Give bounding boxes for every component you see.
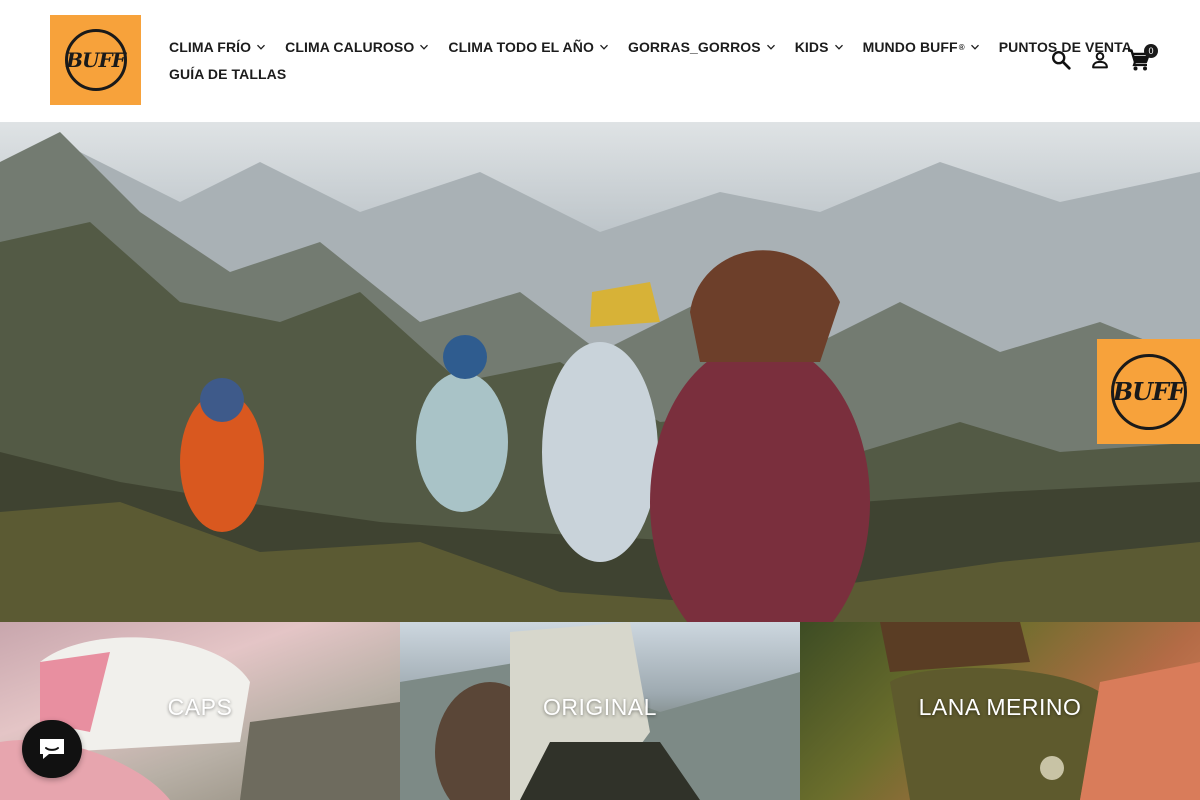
category-label: CAPS	[167, 694, 233, 720]
logo-ring: BUFF	[64, 29, 127, 91]
buff-badge[interactable]: BUFF	[1097, 339, 1200, 444]
site-header: BUFF CLIMA FRÍO CLIMA CALUROSO CLIMA TOD…	[0, 0, 1200, 122]
nav-item-kids[interactable]: KIDS	[795, 39, 844, 55]
chevron-down-icon	[419, 42, 429, 52]
search-icon[interactable]	[1048, 46, 1074, 74]
nav-item-label: KIDS	[794, 39, 829, 55]
nav-item-gorras-gorros[interactable]: GORRAS_GORROS	[628, 39, 776, 55]
nav-item-label: CLIMA TODO EL AÑO	[448, 39, 594, 55]
category-original[interactable]: ORIGINAL	[400, 622, 800, 800]
chevron-down-icon	[256, 42, 266, 52]
nav-row-2: GUÍA DE TALLAS	[169, 63, 1089, 85]
category-lana-merino[interactable]: LANA MERINO	[800, 622, 1200, 800]
registered-mark: ®	[958, 42, 965, 52]
nav-item-clima-frio[interactable]: CLIMA FRÍO	[169, 39, 266, 55]
nav-item-clima-caluroso[interactable]: CLIMA CALUROSO	[285, 39, 429, 55]
hero-banner[interactable]: BUFF	[0, 122, 1200, 622]
chevron-down-icon	[766, 42, 776, 52]
nav-row-1: CLIMA FRÍO CLIMA CALUROSO CLIMA TODO EL …	[169, 36, 1132, 58]
nav-item-clima-todo-el-ano[interactable]: CLIMA TODO EL AÑO	[448, 39, 609, 55]
logo-text: BUFF	[66, 48, 126, 72]
category-label: LANA MERINO	[918, 694, 1082, 720]
main-nav: CLIMA FRÍO CLIMA CALUROSO CLIMA TODO EL …	[169, 36, 1132, 90]
nav-item-label: MUNDO BUFF	[862, 39, 958, 55]
chevron-down-icon	[970, 42, 980, 52]
chevron-down-icon	[599, 42, 609, 52]
chat-button[interactable]	[22, 720, 82, 778]
hero-landscape	[0, 132, 1200, 622]
person-icon[interactable]	[1087, 46, 1113, 74]
nav-item-guia-de-tallas[interactable]: GUÍA DE TALLAS	[169, 66, 286, 82]
header-icons: 0	[1035, 44, 1158, 74]
cart-count-badge: 0	[1144, 44, 1158, 58]
category-label: ORIGINAL	[543, 694, 657, 720]
nav-item-label: CLIMA CALUROSO	[285, 39, 415, 55]
nav-item-label: GUÍA DE TALLAS	[169, 66, 287, 82]
cart-icon[interactable]: 0	[1126, 44, 1158, 74]
nav-item-mundo-buff[interactable]: MUNDO BUFF ®	[863, 39, 980, 55]
badge-ring: BUFF	[1110, 353, 1187, 430]
nav-item-label: GORRAS_GORROS	[627, 39, 761, 55]
chat-icon	[40, 739, 64, 759]
category-grid: CAPS ORIGINAL LANA MERINO	[0, 622, 1200, 800]
chevron-down-icon	[834, 42, 844, 52]
badge-text: BUFF	[1112, 377, 1185, 406]
nav-item-label: CLIMA FRÍO	[169, 39, 252, 55]
buff-logo[interactable]: BUFF	[50, 15, 141, 105]
